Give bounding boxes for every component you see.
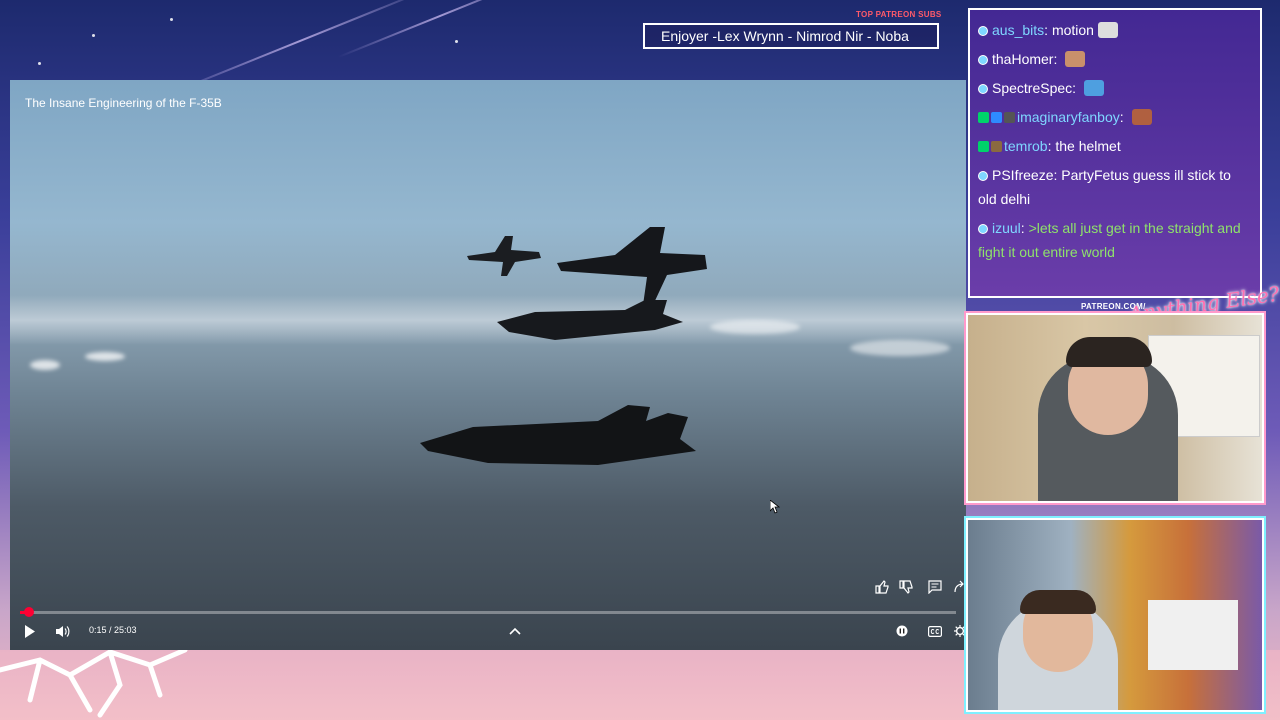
comments-button[interactable] — [925, 578, 945, 596]
chat-username[interactable]: izuul — [992, 220, 1021, 236]
chat-message: imaginaryfanboy: — [978, 105, 1252, 129]
crack-decoration — [0, 647, 188, 718]
cloud — [85, 352, 125, 361]
prime-badge-icon — [978, 171, 988, 181]
mouse-cursor-icon — [770, 500, 780, 514]
video-player[interactable]: The Insane Engineering of the F-35B 0:15… — [10, 80, 966, 650]
dislike-button[interactable] — [896, 578, 916, 596]
captions-icon — [928, 625, 942, 637]
play-icon — [25, 624, 35, 638]
thumbs-down-icon — [899, 580, 913, 594]
webcam-guest — [966, 518, 1264, 712]
prime-badge-icon — [978, 224, 988, 234]
emote-icon — [1065, 51, 1086, 67]
chat-text: motion — [1051, 22, 1094, 38]
captions-button[interactable] — [925, 622, 945, 640]
chat-username[interactable]: PSIfreeze — [992, 167, 1053, 183]
vip-badge-icon — [991, 112, 1002, 123]
patreon-subs-names: Enjoyer -Lex Wrynn - Nimrod Nir - Noba — [661, 28, 909, 44]
hair — [1066, 337, 1152, 367]
chat-message: aus_bits: motion — [978, 18, 1252, 42]
like-button[interactable] — [872, 578, 892, 596]
star-decoration — [38, 62, 41, 65]
prime-badge-icon — [978, 55, 988, 65]
subscriber-badge-icon — [978, 141, 989, 152]
chevron-up-icon — [509, 627, 521, 635]
webcam-host — [966, 313, 1264, 503]
emote-icon — [1083, 80, 1104, 96]
share-button[interactable] — [952, 578, 966, 596]
jet-silhouette — [467, 236, 541, 276]
expand-up-button[interactable] — [506, 622, 524, 640]
prime-badge-icon — [978, 26, 988, 36]
headphones — [1020, 590, 1096, 614]
chat-text: the helmet — [1055, 138, 1121, 154]
playback-time: 0:15 / 25:03 — [89, 625, 137, 635]
volume-icon — [55, 625, 69, 637]
light-streak — [337, 0, 543, 59]
gear-icon — [954, 625, 966, 637]
thumbs-up-icon — [875, 580, 889, 594]
gift-badge-icon — [1004, 112, 1015, 123]
star-decoration — [92, 34, 95, 37]
progress-bar[interactable] — [20, 607, 956, 617]
comment-icon — [928, 580, 942, 594]
share-icon — [954, 580, 964, 593]
chat-message: SpectreSpec: — [978, 76, 1252, 100]
chat-message: PSIfreeze: PartyFetus guess ill stick to… — [978, 167, 1231, 207]
cabinet — [1148, 600, 1238, 670]
progress-scrubber-handle[interactable] — [24, 607, 35, 617]
jet-silhouette — [497, 300, 683, 340]
patreon-subs-ticker: Enjoyer -Lex Wrynn - Nimrod Nir - Noba — [643, 23, 939, 49]
chat-username[interactable]: aus_bits — [992, 22, 1044, 38]
chat-message: temrob: the helmet — [978, 134, 1252, 158]
emote-icon — [1097, 22, 1118, 38]
chat-username[interactable]: thaHomer — [992, 51, 1053, 67]
autoplay-toggle[interactable] — [892, 622, 912, 640]
chat-message: thaHomer: — [978, 47, 1252, 71]
horizon-haze — [10, 295, 966, 345]
autoplay-icon — [896, 625, 908, 637]
patreon-subs-label: TOP PATREON SUBS — [856, 10, 942, 19]
settings-button[interactable] — [954, 622, 966, 640]
chat-panel: aus_bits: motion thaHomer: SpectreSpec: … — [968, 8, 1262, 298]
jet-silhouette — [420, 405, 696, 465]
prime-badge-icon — [978, 84, 988, 94]
chat-username[interactable]: imaginaryfanboy — [1017, 109, 1120, 125]
cloud — [710, 320, 800, 334]
chat-message: izuul: >lets all just get in the straigh… — [978, 220, 1241, 260]
sub-tier-badge-icon — [991, 141, 1002, 152]
cloud — [850, 340, 950, 356]
star-decoration — [170, 18, 173, 21]
emote-icon — [1131, 109, 1152, 125]
star-decoration — [455, 40, 458, 43]
play-button[interactable] — [20, 622, 40, 640]
cloud — [30, 360, 60, 370]
chat-username[interactable]: temrob — [1004, 138, 1048, 154]
jet-silhouette — [557, 227, 707, 305]
subscriber-badge-icon — [978, 112, 989, 123]
chat-username[interactable]: SpectreSpec — [992, 80, 1072, 96]
volume-button[interactable] — [52, 622, 72, 640]
video-title[interactable]: The Insane Engineering of the F-35B — [25, 96, 222, 110]
